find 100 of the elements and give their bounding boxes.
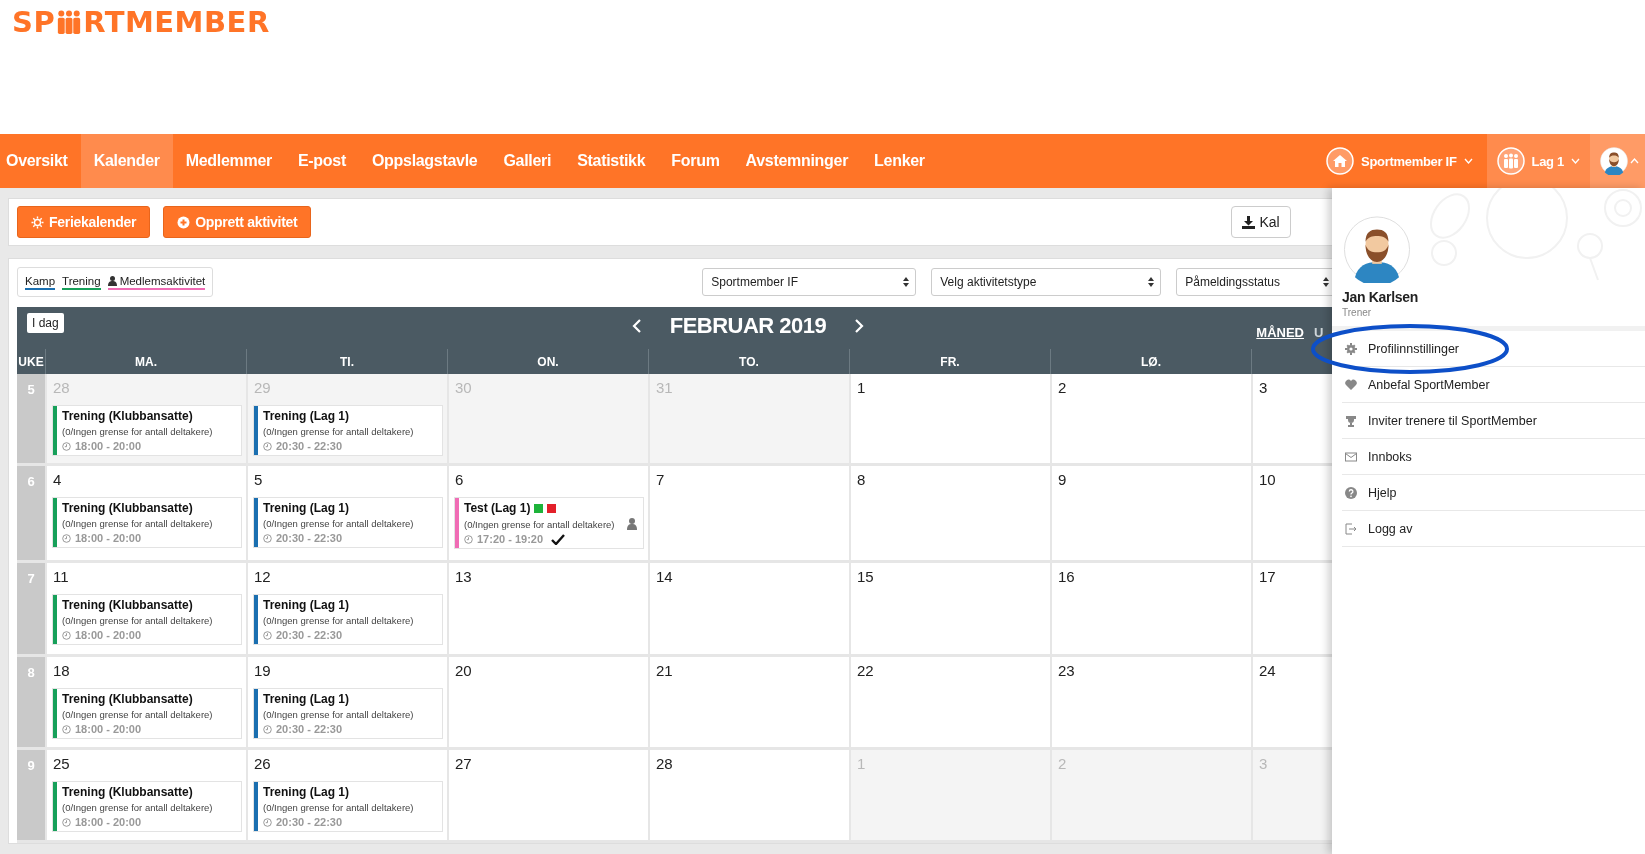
- day-cell[interactable]: 6 Test (Lag 1) (0/Ingen grense for antall deltakere) 17:20 - 19:20: [447, 466, 648, 563]
- people-icon[interactable]: [1496, 147, 1525, 175]
- column-header: MA.: [45, 349, 246, 374]
- day-cell[interactable]: 21: [648, 657, 849, 750]
- legend-link[interactable]: Medlemsaktivitet: [107, 274, 206, 290]
- day-number: 31: [655, 379, 673, 398]
- day-cell[interactable]: 10: [1251, 466, 1332, 563]
- day-cell[interactable]: 28 Trening (Klubbansatte) (0/Ingen grense for antall deltakere) 18:00 - 20:00: [45, 374, 246, 466]
- day-number: 16: [1057, 568, 1075, 587]
- event-card[interactable]: Trening (Lag 1) (0/Ingen grense for antall deltakere) 20:30 - 22:30: [253, 405, 443, 456]
- event-participants: (0/Ingen grense for antall deltakere): [62, 518, 213, 529]
- day-cell[interactable]: 16: [1050, 563, 1251, 657]
- event-card[interactable]: Trening (Lag 1) (0/Ingen grense for antall deltakere) 20:30 - 22:30: [253, 497, 443, 548]
- day-number: 28: [52, 379, 70, 398]
- event-card[interactable]: Trening (Klubbansatte) (0/Ingen grense for antall deltakere) 18:00 - 20:00: [52, 497, 242, 548]
- day-cell[interactable]: 19 Trening (Lag 1) (0/Ingen grense for antall deltakere) 20:30 - 22:30: [246, 657, 447, 750]
- day-cell[interactable]: 11 Trening (Klubbansatte) (0/Ingen grense for antall deltakere) 18:00 - 20:00: [45, 563, 246, 657]
- help-icon: [1345, 486, 1357, 499]
- day-number: 1: [856, 379, 866, 398]
- column-header: TO.: [648, 349, 849, 374]
- clock-icon: [263, 724, 272, 734]
- event-title: Trening (Lag 1): [263, 692, 349, 706]
- menu-item[interactable]: Anbefal SportMember: [1342, 367, 1645, 403]
- event-time: 20:30 - 22:30: [276, 723, 343, 735]
- caret-icon[interactable]: [1463, 158, 1473, 164]
- event-time: 18:00 - 20:00: [75, 723, 142, 735]
- select-field[interactable]: Velg aktivitetstype: [931, 268, 1162, 296]
- view-tab[interactable]: U: [1313, 325, 1324, 340]
- day-cell[interactable]: 17: [1251, 563, 1332, 657]
- event-card[interactable]: Trening (Klubbansatte) (0/Ingen grense for antall deltakere) 18:00 - 20:00: [52, 405, 242, 456]
- menu-item[interactable]: Innboks: [1342, 439, 1645, 475]
- menu-item[interactable]: Inviter trenere til SportMember: [1342, 403, 1645, 439]
- day-cell[interactable]: 20: [447, 657, 648, 750]
- caret-icon[interactable]: [1571, 158, 1580, 164]
- plus-icon: [177, 215, 191, 229]
- event-time: 20:30 - 22:30: [276, 440, 343, 452]
- event-participants: (0/Ingen grense for antall deltakere): [62, 615, 213, 626]
- select-field[interactable]: Påmeldingsstatus: [1176, 268, 1332, 296]
- caret-icon[interactable]: [1630, 158, 1639, 164]
- day-cell[interactable]: 2: [1050, 374, 1251, 466]
- event-title: Trening (Klubbansatte): [62, 692, 193, 706]
- day-number: 2: [1057, 379, 1067, 398]
- event-participants: (0/Ingen grense for antall deltakere): [464, 518, 615, 530]
- day-number: 30: [454, 379, 472, 398]
- legend-link[interactable]: Trening: [62, 274, 101, 290]
- day-cell[interactable]: 18 Trening (Klubbansatte) (0/Ingen grense for antall deltakere) 18:00 - 20:00: [45, 657, 246, 750]
- event-card[interactable]: Trening (Klubbansatte) (0/Ingen grense for antall deltakere) 18:00 - 20:00: [52, 594, 242, 645]
- day-number: 3: [1258, 755, 1268, 774]
- select-field[interactable]: Sportmember IF: [702, 268, 917, 296]
- day-cell[interactable]: 24: [1251, 657, 1332, 750]
- day-cell[interactable]: 8: [849, 466, 1050, 563]
- day-cell[interactable]: 25 Trening (Klubbansatte) (0/Ingen grense for antall deltakere) 18:00 - 20:00: [45, 750, 246, 843]
- clock-icon: [263, 630, 272, 640]
- day-number: 26: [253, 755, 271, 774]
- user-avatar[interactable]: [1600, 147, 1628, 175]
- event-participants: (0/Ingen grense for antall deltakere): [62, 426, 213, 437]
- day-cell[interactable]: 7: [648, 466, 849, 563]
- legend-link[interactable]: Kamp: [25, 274, 56, 290]
- person-icon: [107, 275, 117, 286]
- chevron-right-icon[interactable]: [854, 319, 865, 333]
- envelope-icon: [1345, 450, 1357, 463]
- event-title: Trening (Klubbansatte): [62, 598, 193, 612]
- event-card[interactable]: Trening (Klubbansatte) (0/Ingen grense for antall deltakere) 18:00 - 20:00: [52, 781, 242, 832]
- day-cell[interactable]: 9: [1050, 466, 1251, 563]
- menu-item[interactable]: Profilinnstillinger: [1342, 331, 1645, 367]
- download-icon: [1242, 215, 1256, 229]
- day-cell[interactable]: 27: [447, 750, 648, 843]
- view-tab[interactable]: MÅNED: [1256, 325, 1304, 340]
- event-card[interactable]: Trening (Lag 1) (0/Ingen grense for antall deltakere) 20:30 - 22:30: [253, 688, 443, 739]
- day-cell[interactable]: 12 Trening (Lag 1) (0/Ingen grense for antall deltakere) 20:30 - 22:30: [246, 563, 447, 657]
- day-cell[interactable]: 15: [849, 563, 1050, 657]
- today-button[interactable]: I dag: [27, 313, 64, 333]
- day-cell[interactable]: 3: [1251, 374, 1332, 466]
- heart-icon: [1345, 378, 1357, 391]
- day-cell[interactable]: 14: [648, 563, 849, 657]
- event-card[interactable]: Trening (Lag 1) (0/Ingen grense for antall deltakere) 20:30 - 22:30: [253, 781, 443, 832]
- day-cell[interactable]: 29 Trening (Lag 1) (0/Ingen grense for antall deltakere) 20:30 - 22:30: [246, 374, 447, 466]
- day-cell[interactable]: 22: [849, 657, 1050, 750]
- day-number: 22: [856, 662, 874, 681]
- event-time: 20:30 - 22:30: [276, 816, 343, 828]
- column-header: ON.: [447, 349, 648, 374]
- event-card[interactable]: Test (Lag 1) (0/Ingen grense for antall deltakere) 17:20 - 19:20: [454, 497, 644, 549]
- day-cell[interactable]: 4 Trening (Klubbansatte) (0/Ingen grense for antall deltakere) 18:00 - 20:00: [45, 466, 246, 563]
- day-cell[interactable]: 1: [849, 374, 1050, 466]
- export-button[interactable]: Kal: [1231, 206, 1291, 238]
- day-cell[interactable]: 28: [648, 750, 849, 843]
- menu-item[interactable]: Logg av: [1342, 511, 1645, 547]
- chevron-left-icon[interactable]: [631, 319, 642, 333]
- day-number: 25: [52, 755, 70, 774]
- event-card[interactable]: Trening (Klubbansatte) (0/Ingen grense for antall deltakere) 18:00 - 20:00: [52, 688, 242, 739]
- event-title: Trening (Lag 1): [263, 598, 349, 612]
- event-card[interactable]: Trening (Lag 1) (0/Ingen grense for antall deltakere) 20:30 - 22:30: [253, 594, 443, 645]
- menu-item[interactable]: Hjelp: [1342, 475, 1645, 511]
- day-cell[interactable]: 26 Trening (Lag 1) (0/Ingen grense for antall deltakere) 20:30 - 22:30: [246, 750, 447, 843]
- day-cell[interactable]: 5 Trening (Lag 1) (0/Ingen grense for antall deltakere) 20:30 - 22:30: [246, 466, 447, 563]
- home-icon[interactable]: [1326, 147, 1355, 175]
- day-cell[interactable]: 13: [447, 563, 648, 657]
- day-cell[interactable]: 23: [1050, 657, 1251, 750]
- event-title: Trening (Klubbansatte): [62, 409, 193, 423]
- event-title: Trening (Lag 1): [263, 409, 349, 423]
